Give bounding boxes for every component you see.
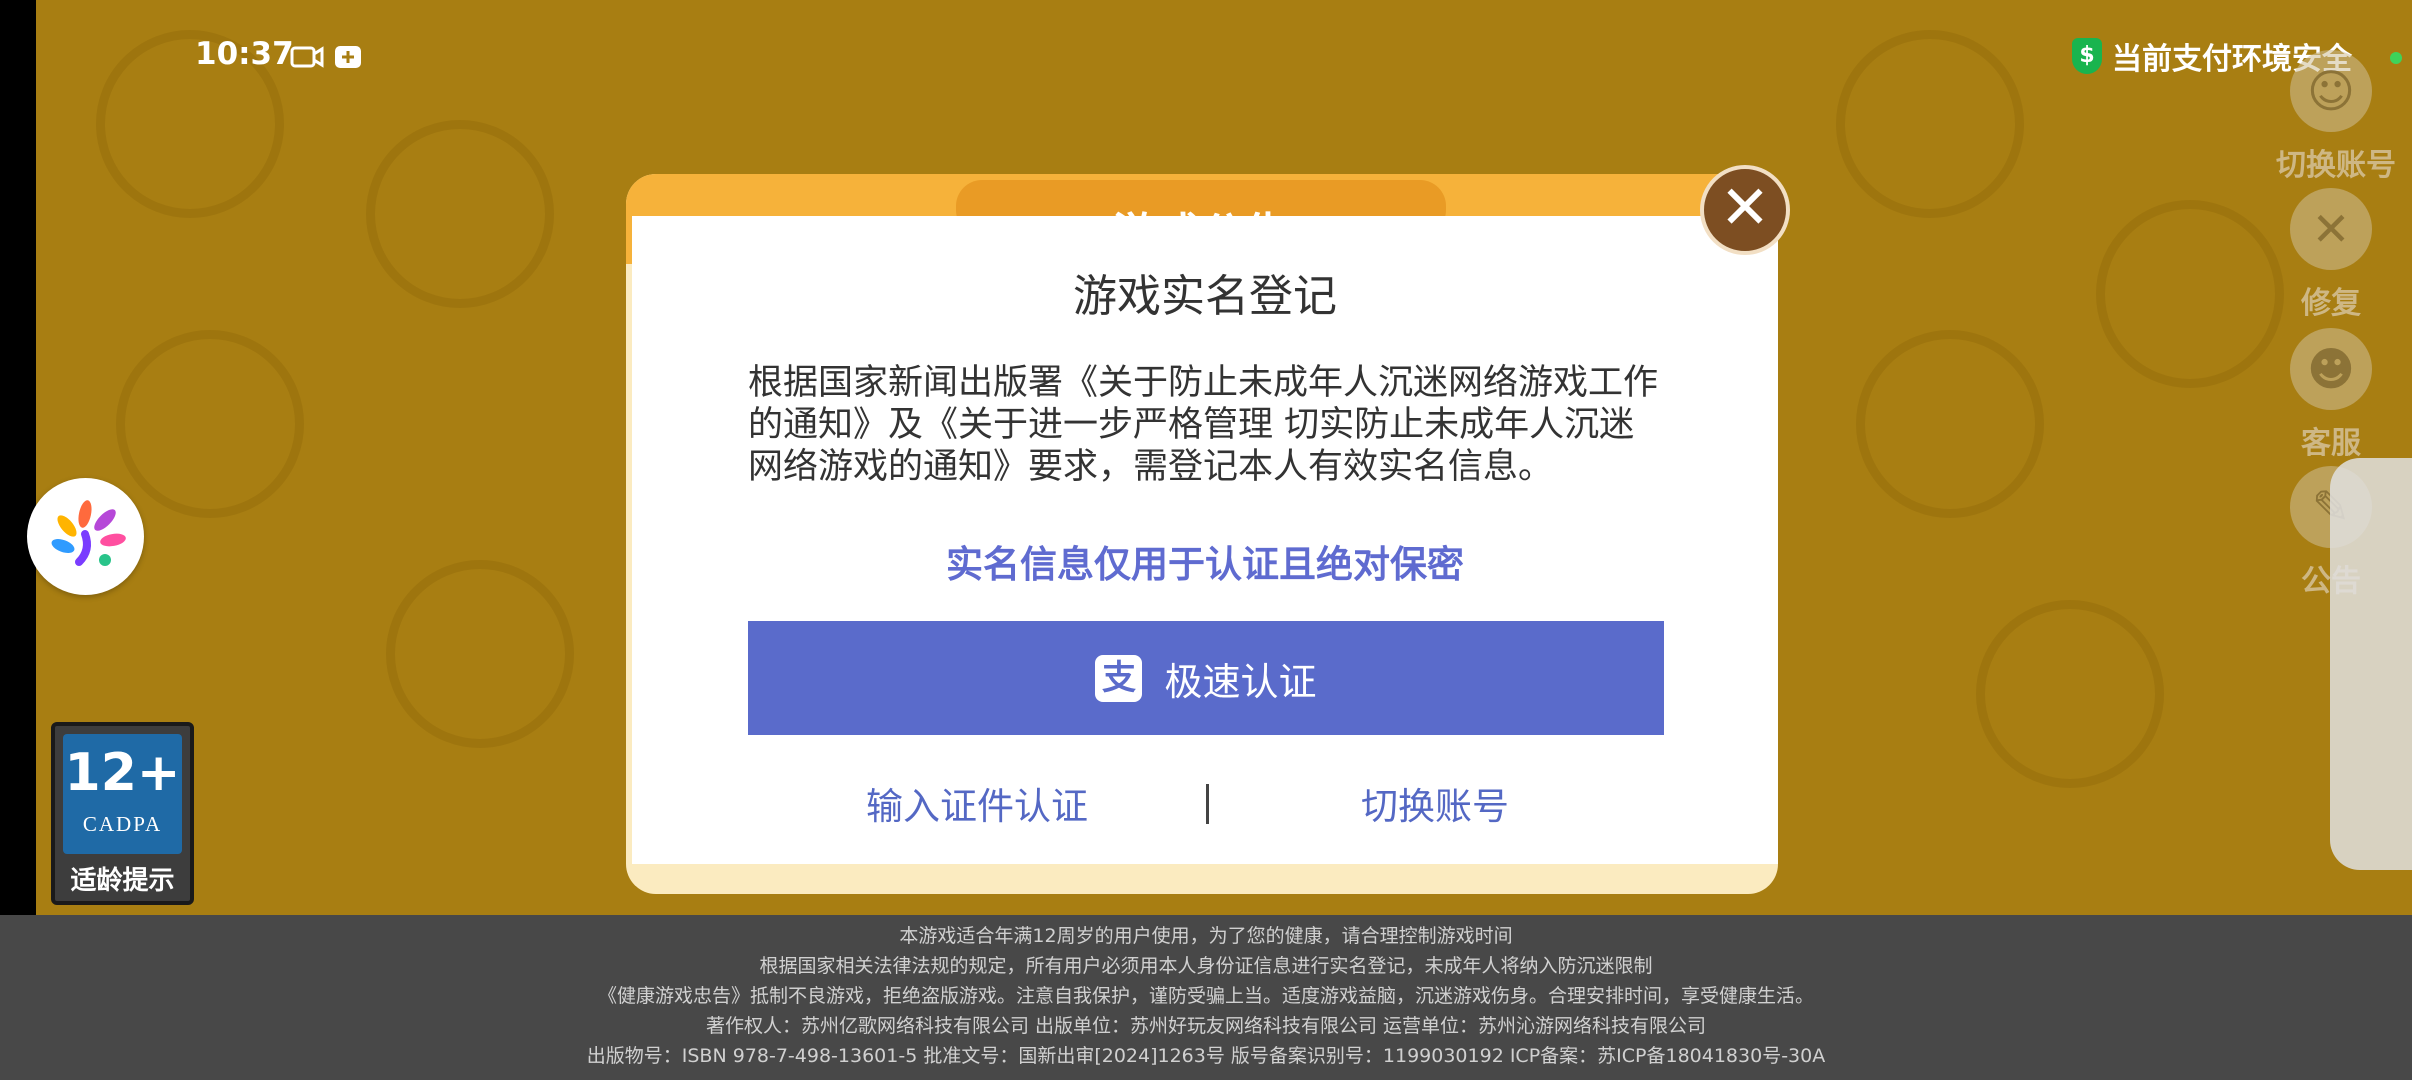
shield-icon: $ <box>2072 38 2102 74</box>
switch-account-link[interactable]: 切换账号 <box>1206 776 1664 830</box>
footer-line: 出版物号：ISBN 978-7-498-13601-5 批准文号：国新出审[20… <box>586 1045 1826 1067</box>
footer-line: 著作权人：苏州亿歌网络科技有限公司 出版单位：苏州好玩友网络科技有限公司 运营单… <box>705 1015 1707 1037</box>
background-pattern <box>1856 330 2044 518</box>
age-rating-org: CADPA <box>82 812 163 836</box>
dialog-links: 输入证件认证 切换账号 <box>748 776 1664 836</box>
side-item-label: 修复 <box>2301 286 2361 321</box>
avatar-icon: ☺ <box>2290 50 2372 132</box>
side-item-repair[interactable]: ✕ 修复 <box>2276 188 2386 322</box>
age-rating-label: 适龄提示 <box>70 866 175 896</box>
status-dot <box>2390 52 2402 64</box>
assistant-logo-icon <box>51 500 126 566</box>
age-rating-badge: 12+ CADPA 适龄提示 <box>51 722 194 905</box>
background-pattern <box>366 120 554 308</box>
background-pattern <box>116 330 304 518</box>
quick-verify-label: 极速认证 <box>1164 659 1317 704</box>
quick-verify-button[interactable]: 支 极速认证 <box>748 621 1664 735</box>
background-pattern <box>1976 600 2164 788</box>
id-verify-link[interactable]: 输入证件认证 <box>748 776 1206 830</box>
customer-service-icon: ☻ <box>2290 328 2372 410</box>
background-pattern <box>2096 200 2284 388</box>
dialog-title: 游戏实名登记 <box>1073 271 1337 322</box>
footer-notice: 本游戏适合年满12周岁的用户使用，为了您的健康，请合理控制游戏时间 根据国家相关… <box>0 915 2412 1080</box>
footer-line: 《健康游戏忠告》抵制不良游戏，拒绝盗版游戏。注意自我保护，谨防受骗上当。适度游戏… <box>597 985 1814 1007</box>
plus-box-icon <box>334 44 362 76</box>
video-recording-icon <box>290 44 324 76</box>
close-icon[interactable]: ✕ <box>1700 165 1790 255</box>
side-item-label: 切换账号 <box>2276 148 2396 183</box>
background-pattern <box>1836 30 2024 218</box>
background-pattern <box>386 560 574 748</box>
real-name-dialog: 游戏实名登记 根据国家新闻出版署《关于防止未成年人沉迷网络游戏工作的通知》及《关… <box>632 216 1778 864</box>
footer-line: 本游戏适合年满12周岁的用户使用，为了您的健康，请合理控制游戏时间 <box>899 925 1513 947</box>
alipay-icon: 支 <box>1095 654 1143 702</box>
side-item-customer-service[interactable]: ☻ 客服 <box>2276 328 2386 462</box>
age-rating-number: 12+ <box>64 743 181 803</box>
side-drawer-handle[interactable] <box>2330 458 2412 870</box>
wrench-screwdriver-icon: ✕ <box>2290 188 2372 270</box>
dialog-description: 根据国家新闻出版署《关于防止未成年人沉迷网络游戏工作的通知》及《关于进一步严格管… <box>748 363 1659 487</box>
side-item-switch-account[interactable]: ☺ 切换账号 <box>2276 50 2396 184</box>
status-time: 10:37 <box>195 36 294 72</box>
footer-line: 根据国家相关法律法规的规定，所有用户必须用本人身份证信息进行实名登记，未成年人将… <box>759 955 1653 977</box>
age-rating-panel: 12+ CADPA <box>63 734 182 854</box>
floating-assistant-button[interactable] <box>27 478 144 595</box>
privacy-note: 实名信息仅用于认证且绝对保密 <box>946 543 1464 586</box>
side-item-label: 客服 <box>2301 426 2361 461</box>
